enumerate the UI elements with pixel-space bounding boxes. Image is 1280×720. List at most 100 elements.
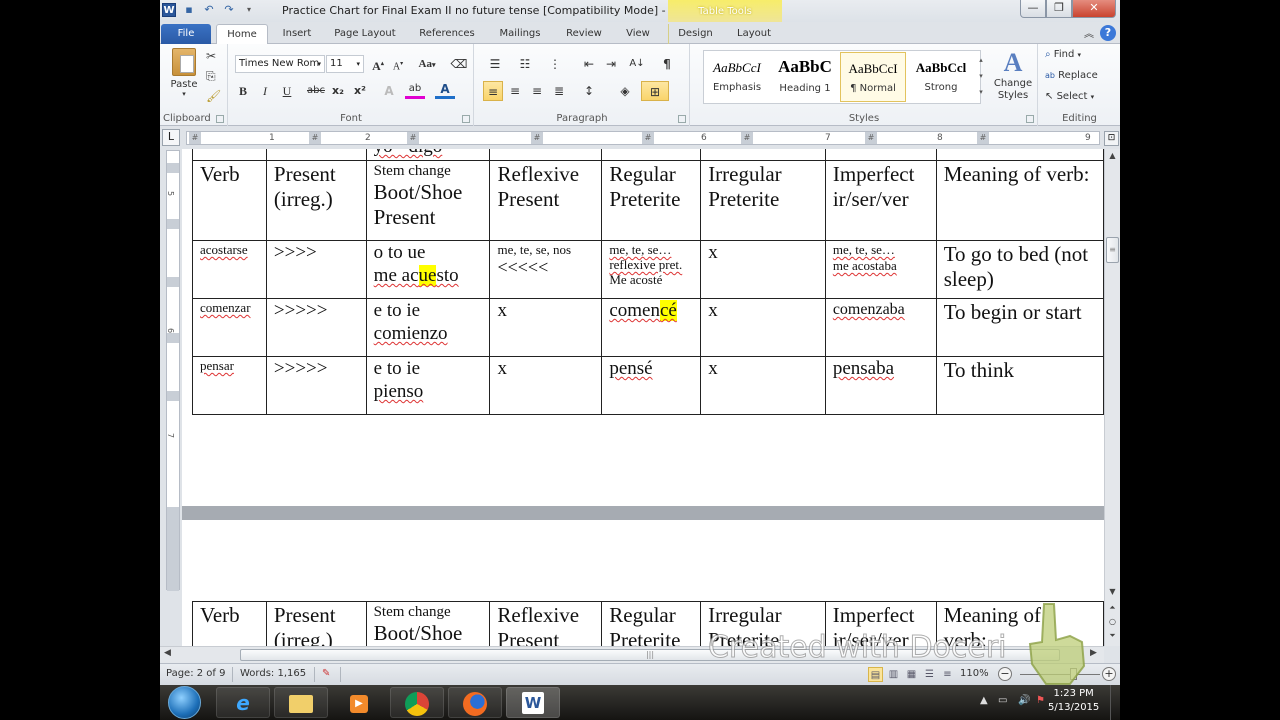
scroll-right-icon[interactable]: ▶ xyxy=(1090,648,1097,658)
vertical-ruler[interactable]: 5 6 7 xyxy=(166,150,180,591)
font-name-combo[interactable]: Times New Rom ▾ xyxy=(235,55,325,73)
column-marker[interactable]: # xyxy=(309,132,321,144)
sort-icon[interactable]: A↓ xyxy=(627,54,647,74)
paste-button[interactable]: Paste ▾ xyxy=(166,48,202,98)
view-ruler-icon[interactable]: ⊡ xyxy=(1104,131,1119,146)
tab-home[interactable]: Home xyxy=(216,24,268,45)
taskbar-firefox[interactable] xyxy=(448,687,502,718)
align-left-button[interactable]: ≡ xyxy=(483,81,503,101)
styles-dialog-launcher[interactable] xyxy=(1026,115,1034,123)
scroll-up-icon[interactable]: ▲ xyxy=(1105,149,1120,163)
shading-icon[interactable]: ◈ xyxy=(615,81,635,101)
clipboard-dialog-launcher[interactable] xyxy=(216,115,224,123)
cell-stem-change[interactable]: o to ue me acuesto xyxy=(365,240,491,299)
tab-mailings[interactable]: Mailings xyxy=(490,24,550,44)
text-effects-icon[interactable]: A xyxy=(379,81,399,101)
italic-button[interactable]: I xyxy=(255,81,275,101)
tab-selector[interactable]: L xyxy=(162,129,180,146)
select-button[interactable]: ↖ Select ▾ xyxy=(1045,91,1094,102)
header-meaning[interactable]: Meaning of verb: xyxy=(935,601,1104,646)
draft-view-icon[interactable]: ≡ xyxy=(940,667,955,682)
cell-stem-change[interactable]: e to ie comienzo xyxy=(365,298,491,357)
outline-view-icon[interactable]: ☰ xyxy=(922,667,937,682)
header-regular-preterite[interactable]: Regular Preterite xyxy=(601,160,702,241)
multilevel-list-icon[interactable]: ⋮ xyxy=(545,54,565,74)
horizontal-scrollbar[interactable]: ◀ ||| ▶ xyxy=(160,646,1104,663)
copy-icon[interactable]: ⎘ xyxy=(206,68,216,84)
change-case-button[interactable]: Aa▾ xyxy=(413,54,441,74)
redo-icon[interactable]: ↷ xyxy=(222,3,236,17)
header-reflexive[interactable]: Reflexive Present xyxy=(489,601,603,646)
tab-view[interactable]: View xyxy=(616,24,660,44)
full-screen-reading-icon[interactable]: ▥ xyxy=(886,667,901,682)
web-layout-icon[interactable]: ▦ xyxy=(904,667,919,682)
change-styles-button[interactable]: A Change Styles xyxy=(991,48,1035,102)
header-meaning[interactable]: Meaning of verb: xyxy=(935,160,1104,241)
column-marker[interactable]: # xyxy=(642,132,654,144)
show-hidden-icons[interactable]: ▲ xyxy=(980,695,988,706)
header-present-irreg[interactable]: Present (irreg.) xyxy=(265,601,367,646)
column-marker[interactable]: # xyxy=(189,132,201,144)
font-size-combo[interactable]: 11 ▾ xyxy=(326,55,364,73)
horizontal-scroll-thumb[interactable]: ||| xyxy=(240,649,1060,661)
minimize-button[interactable]: — xyxy=(1020,0,1046,18)
header-irregular-preterite[interactable]: Irregular Preterite xyxy=(700,601,826,646)
style-strong[interactable]: AaBbCcl Strong xyxy=(908,52,974,102)
next-page-icon[interactable]: ⏷ xyxy=(1105,629,1120,643)
taskbar-media-player[interactable]: ▶ xyxy=(332,687,386,718)
network-icon[interactable]: ▭ xyxy=(998,695,1007,706)
close-button[interactable]: ✕ xyxy=(1072,0,1116,18)
tab-references[interactable]: References xyxy=(410,24,484,44)
find-button[interactable]: ⌕ Find ▾ xyxy=(1045,49,1081,60)
cell-irregular-preterite[interactable]: x xyxy=(700,240,826,299)
column-marker[interactable]: # xyxy=(865,132,877,144)
header-imperfect[interactable]: Imperfect ir/ser/ver xyxy=(824,160,937,241)
align-right-button[interactable]: ≡ xyxy=(527,81,547,101)
show-desktop-button[interactable] xyxy=(1110,685,1120,720)
shrink-font-button[interactable]: A▾ xyxy=(388,54,408,74)
proofing-icon[interactable]: ✎ xyxy=(322,668,330,679)
underline-button[interactable]: U xyxy=(277,81,297,101)
header-imperfect[interactable]: Imperfect ir/ser/ver xyxy=(824,601,937,646)
column-marker[interactable]: # xyxy=(741,132,753,144)
increase-indent-icon[interactable]: ⇥ xyxy=(601,54,621,74)
scroll-down-icon[interactable]: ▼ xyxy=(1105,585,1120,599)
grow-font-button[interactable]: A▴ xyxy=(368,54,388,74)
header-stem-change[interactable]: Stem change Boot/Shoe xyxy=(365,601,491,646)
strikethrough-button[interactable]: abc xyxy=(305,81,327,101)
collapse-ribbon-icon[interactable]: ︽ xyxy=(1084,25,1094,40)
action-center-icon[interactable]: ⚑ xyxy=(1036,695,1045,706)
cell-present-irreg[interactable]: >>>> xyxy=(265,240,367,299)
zoom-slider-thumb[interactable] xyxy=(1070,668,1077,680)
bold-button[interactable]: B xyxy=(233,81,253,101)
style-emphasis[interactable]: AaBbCcI Emphasis xyxy=(704,52,770,102)
cell-regular-preterite[interactable]: comencé xyxy=(601,298,702,357)
page-count[interactable]: Page: 2 of 9 xyxy=(166,668,225,679)
numbering-icon[interactable]: ☷ xyxy=(515,54,535,74)
scroll-left-icon[interactable]: ◀ xyxy=(164,648,171,658)
align-center-button[interactable]: ≡ xyxy=(505,81,525,101)
tab-file[interactable]: File xyxy=(161,24,211,44)
header-stem-change[interactable]: Stem change Boot/Shoe Present xyxy=(365,160,491,241)
cell-reflexive[interactable]: x xyxy=(489,298,603,357)
zoom-level[interactable]: 110% xyxy=(960,668,989,679)
text-highlight-icon[interactable]: ab xyxy=(405,81,425,99)
styles-gallery-scroll[interactable]: ▴ ▾ ▾ xyxy=(976,52,986,100)
cell-verb[interactable]: comenzar xyxy=(192,298,267,357)
cell-verb[interactable]: pensar xyxy=(192,356,267,415)
tab-insert[interactable]: Insert xyxy=(272,24,322,44)
cell-meaning[interactable]: To think xyxy=(935,356,1104,415)
line-spacing-icon[interactable]: ↕ xyxy=(579,81,599,101)
restore-button[interactable]: ❐ xyxy=(1046,0,1072,18)
customize-qat-icon[interactable]: ▾ xyxy=(242,3,256,17)
zoom-slider[interactable] xyxy=(1020,668,1100,680)
cell-imperfect[interactable]: comenzaba xyxy=(824,298,937,357)
taskbar-chrome[interactable] xyxy=(390,687,444,718)
bullets-icon[interactable]: ☰ xyxy=(485,54,505,74)
taskbar-file-explorer[interactable] xyxy=(274,687,328,718)
help-icon[interactable]: ? xyxy=(1100,25,1116,41)
zoom-in-button[interactable]: + xyxy=(1102,667,1116,681)
header-reflexive[interactable]: Reflexive Present xyxy=(489,160,603,241)
show-formatting-button[interactable]: ¶ xyxy=(657,54,677,74)
tab-layout[interactable]: Layout xyxy=(726,24,782,44)
